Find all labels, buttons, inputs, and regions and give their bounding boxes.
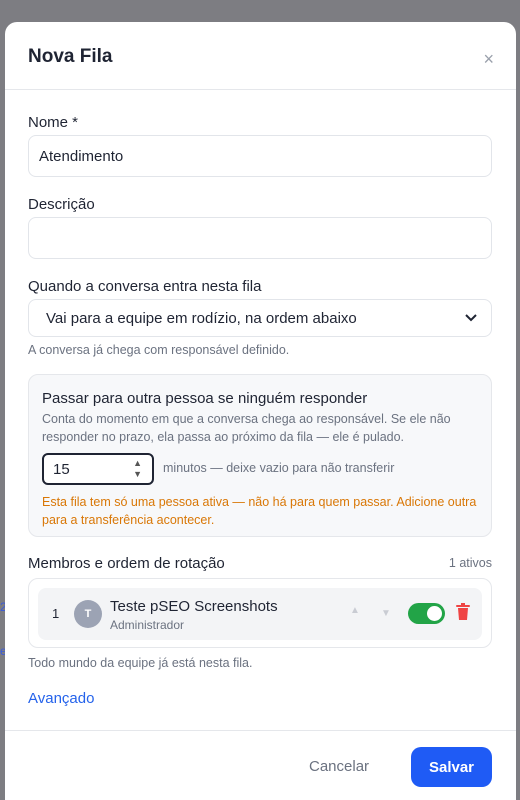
transfer-title: Passar para outra pessoa se ninguém resp… — [42, 390, 368, 407]
modal-header: Nova Fila × — [5, 22, 516, 90]
avatar: T — [74, 600, 102, 628]
stepper-up-icon[interactable]: ▲ — [133, 458, 142, 469]
chevron-down-icon — [465, 314, 477, 322]
toggle-knob — [427, 606, 442, 621]
members-label: Membros e ordem de rotação — [28, 555, 225, 572]
minutes-suffix: minutos — deixe vazio para não transferi… — [163, 461, 395, 475]
members-hint: Todo mundo da equipe já está nesta fila. — [28, 656, 253, 670]
members-count: 1 ativos — [448, 556, 492, 570]
transfer-warning: Esta fila tem só uma pessoa ativa — não … — [42, 495, 477, 527]
routing-hint: A conversa já chega com responsável defi… — [28, 343, 290, 357]
member-active-toggle[interactable] — [408, 603, 445, 624]
member-role: Administrador — [110, 618, 185, 632]
name-input[interactable] — [28, 135, 492, 177]
move-up-icon[interactable]: ▲ — [350, 605, 360, 616]
description-input[interactable] — [28, 217, 492, 259]
members-list: 1 T Teste pSEO Screenshots Administrador… — [28, 578, 492, 648]
minutes-stepper[interactable]: ▲ ▼ — [133, 458, 142, 480]
minutes-input[interactable]: 15 ▲ ▼ — [42, 453, 154, 485]
member-row: 1 T Teste pSEO Screenshots Administrador… — [38, 588, 482, 640]
minutes-value: 15 — [53, 460, 70, 478]
advanced-link[interactable]: Avançado — [28, 690, 94, 707]
transfer-settings-box: Passar para outra pessoa se ninguém resp… — [28, 374, 492, 537]
description-label: Descrição — [28, 196, 95, 213]
save-button[interactable]: Salvar — [411, 747, 492, 787]
name-label: Nome * — [28, 114, 79, 131]
new-queue-modal: Nova Fila × Nome * Descrição Quando a co… — [5, 22, 516, 800]
routing-select[interactable]: Vai para a equipe em rodízio, na ordem a… — [28, 299, 492, 337]
modal-title: Nova Fila — [28, 46, 113, 67]
member-position: 1 — [52, 606, 60, 621]
close-button[interactable]: × — [483, 50, 494, 68]
routing-selected-value: Vai para a equipe em rodízio, na ordem a… — [46, 309, 357, 327]
routing-label: Quando a conversa entra nesta fila — [28, 278, 262, 295]
transfer-description: Conta do momento em que a conversa chega… — [42, 412, 451, 444]
footer-divider — [5, 730, 516, 731]
trash-icon[interactable] — [456, 603, 470, 621]
move-down-icon[interactable]: ▼ — [381, 608, 391, 619]
member-name: Teste pSEO Screenshots — [110, 598, 278, 615]
stepper-down-icon[interactable]: ▼ — [133, 469, 142, 480]
cancel-button[interactable]: Cancelar — [309, 758, 369, 775]
